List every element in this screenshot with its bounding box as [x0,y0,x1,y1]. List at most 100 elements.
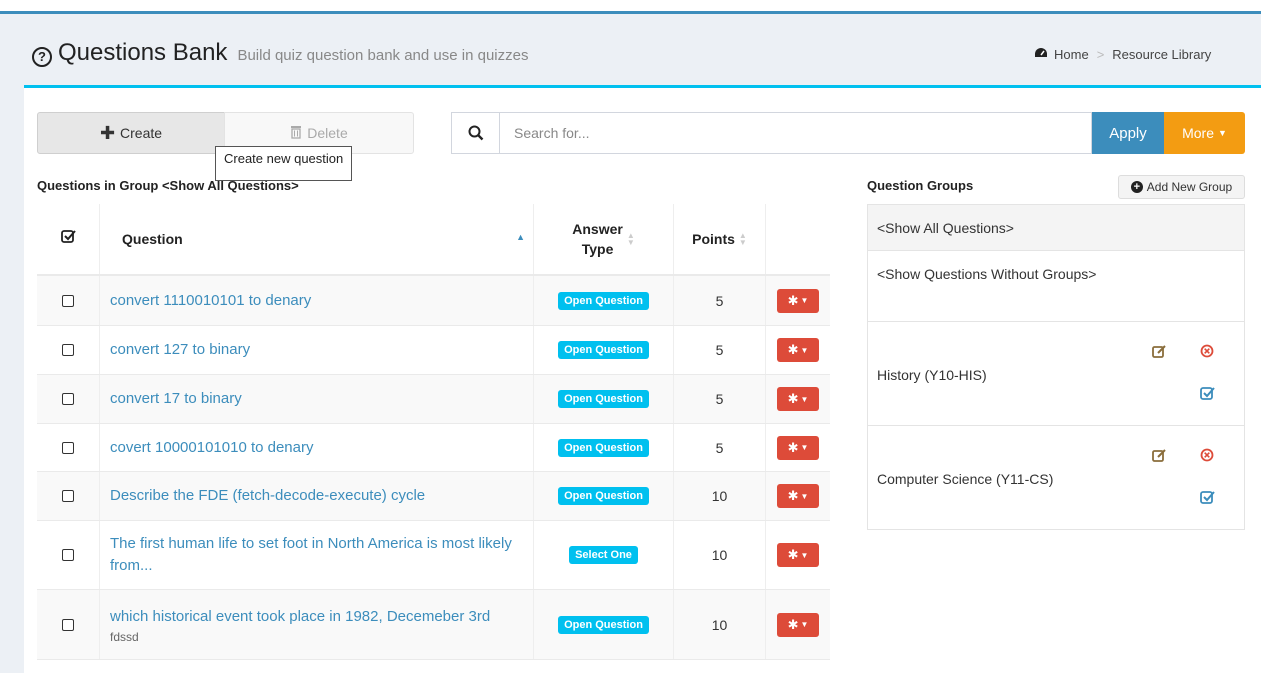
caret-down-icon: ▼ [1217,128,1227,138]
question-link[interactable]: Describe the FDE (fetch-decode-execute) … [110,485,425,507]
actions-cell: ✱ ▼ [766,276,830,325]
table-row: convert 17 to binary Open Question 5 ✱ ▼ [37,375,830,424]
row-actions-button[interactable]: ✱ ▼ [777,484,819,508]
check-square-icon[interactable] [1200,490,1215,509]
add-group-label: Add New Group [1146,180,1233,194]
table-row: convert 1110010101 to denary Open Questi… [37,276,830,326]
row-check-cell[interactable] [37,521,100,589]
group-item[interactable]: History (Y10-HIS) [868,322,1244,426]
header-answer-type[interactable]: Answer Type ▲ ▼ [534,204,674,274]
header-question[interactable]: Question ▲ [100,204,534,274]
edit-icon[interactable] [1152,344,1167,363]
plus-icon: ✚ [99,122,116,143]
row-checkbox[interactable] [62,441,74,454]
remove-circle-icon[interactable] [1200,344,1214,362]
row-check-cell[interactable] [37,472,100,520]
remove-circle-icon[interactable] [1200,448,1214,466]
row-check-cell[interactable] [37,276,100,325]
row-actions-button[interactable]: ✱ ▼ [777,387,819,411]
answer-type-badge: Open Question [558,438,649,457]
breadcrumb-current[interactable]: Resource Library [1112,47,1211,62]
check-square-icon[interactable] [1200,386,1215,405]
actions-cell: ✱ ▼ [766,472,830,520]
caret-down-icon: ▼ [800,620,809,629]
type-cell: Open Question [534,472,674,520]
actions-cell: ✱ ▼ [766,424,830,471]
question-link[interactable]: convert 127 to binary [110,339,250,361]
table-row: which historical event took place in 198… [37,590,830,660]
caret-down-icon: ▼ [800,394,809,404]
row-checkbox[interactable] [62,618,74,631]
sort-both-icon[interactable]: ▲ ▼ [627,232,635,247]
question-link[interactable]: covert 10000101010 to denary [110,437,314,459]
actions-cell: ✱ ▼ [766,521,830,589]
gear-icon: ✱ [787,342,799,357]
plus-circle-icon: + [1130,181,1143,193]
header-points-label: Points [692,231,735,247]
answer-type-badge: Select One [569,546,638,564]
points-cell: 5 [674,276,766,325]
answer-type-badge: Open Question [558,487,649,505]
table-row: covert 10000101010 to denary Open Questi… [37,424,830,472]
sort-asc-icon[interactable]: ▲ [516,232,525,242]
groups-list: <Show All Questions> <Show Questions Wit… [867,204,1245,530]
breadcrumb-home[interactable]: Home [1054,47,1089,62]
group-name: <Show Questions Without Groups> [877,266,1097,282]
table-row: convert 127 to binary Open Question 5 ✱ ▼ [37,326,830,375]
more-button-label: More [1182,125,1214,141]
header-question-label: Question [122,231,183,247]
question-link[interactable]: which historical event took place in 198… [110,606,490,628]
caret-down-icon: ▼ [800,296,809,305]
row-check-cell[interactable] [37,424,100,471]
row-check-cell[interactable] [37,326,100,374]
row-checkbox[interactable] [62,344,74,356]
points-value: 10 [711,488,728,504]
create-button[interactable]: ✚ Create [37,112,225,154]
row-checkbox[interactable] [62,549,74,561]
sort-both-icon[interactable]: ▲ ▼ [739,232,747,247]
header-check-cell[interactable] [37,204,100,274]
row-actions-button[interactable]: ✱ ▼ [777,612,819,637]
apply-button[interactable]: Apply [1092,112,1164,154]
check-square-icon[interactable] [60,229,76,249]
add-group-button[interactable]: + Add New Group [1118,175,1245,199]
question-circle-icon: ? [32,46,52,67]
search-icon[interactable] [452,113,500,153]
points-value: 5 [715,342,724,358]
points-cell: 5 [674,424,766,471]
question-link[interactable]: The first human life to set foot in Nort… [110,533,521,577]
question-cell: The first human life to set foot in Nort… [100,521,534,589]
edit-icon[interactable] [1152,448,1167,467]
delete-button-label: Delete [307,125,348,141]
row-actions-button[interactable]: ✱ ▼ [777,338,819,362]
search-input[interactable] [500,113,1091,153]
group-item[interactable]: <Show Questions Without Groups> [868,251,1244,322]
gear-icon: ✱ [787,292,799,308]
group-item[interactable]: Computer Science (Y11-CS) [868,426,1244,530]
gear-icon: ✱ [787,488,799,503]
question-link[interactable]: convert 1110010101 to denary [110,290,311,312]
question-groups-label: Question Groups [867,178,974,193]
question-cell: which historical event took place in 198… [100,590,534,659]
group-item[interactable]: <Show All Questions> [868,205,1244,251]
question-link[interactable]: convert 17 to binary [110,388,242,410]
more-button[interactable]: More ▼ [1164,112,1245,154]
row-actions-button[interactable]: ✱ ▼ [777,543,819,567]
row-check-cell[interactable] [37,590,100,659]
gear-icon: ✱ [787,616,799,632]
dashboard-icon [1034,47,1048,62]
caret-down-icon: ▼ [800,443,809,452]
actions-cell: ✱ ▼ [766,326,830,374]
row-checkbox[interactable] [62,393,74,405]
points-value: 5 [715,439,724,456]
breadcrumb: Home > Resource Library [1034,47,1211,62]
row-checkbox[interactable] [62,490,74,502]
gear-icon: ✱ [787,391,799,406]
row-actions-button[interactable]: ✱ ▼ [777,288,819,313]
points-cell: 10 [674,590,766,659]
row-actions-button[interactable]: ✱ ▼ [777,435,819,460]
row-checkbox[interactable] [62,294,74,307]
header-points[interactable]: Points ▲ ▼ [674,204,766,274]
row-check-cell[interactable] [37,375,100,423]
table-header-row: Question ▲ Answer Type ▲ ▼ Points ▲ ▼ [37,204,830,276]
